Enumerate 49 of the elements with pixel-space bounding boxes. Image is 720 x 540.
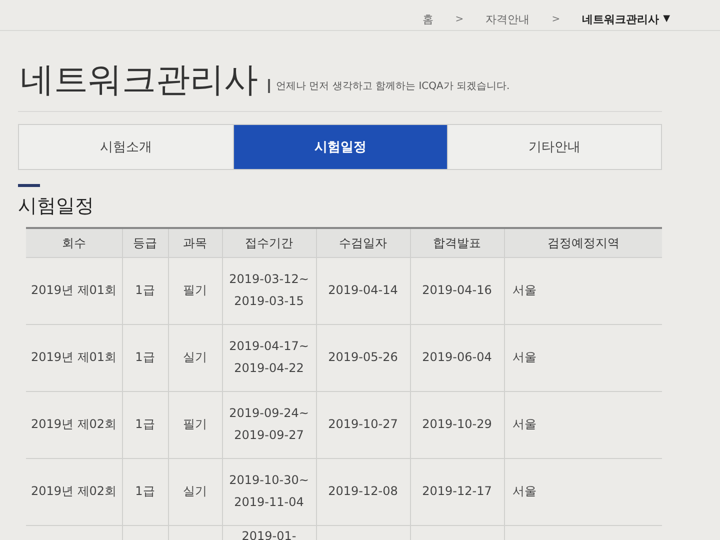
tagline: 언제나 먼저 생각하고 함께하는 ICQA가 되겠습니다. — [268, 79, 510, 93]
table-cell: 실기 — [183, 484, 207, 498]
table-cell: 2019-12-08 — [328, 484, 398, 498]
section-title: 시험일정 — [18, 194, 95, 219]
table-cell: 2019-01- — [242, 529, 296, 540]
table-cell: 2019-06-04 — [422, 350, 492, 364]
table-cell: 실기 — [183, 350, 207, 364]
table-cell: 서울 — [512, 283, 536, 298]
table-cell: 서울 — [512, 350, 536, 364]
table-cell: 2019-10-30~2019-11-04 — [229, 473, 309, 509]
table-cell: 2019-04-16 — [422, 283, 492, 298]
caret-icon: ▼ — [663, 14, 670, 24]
table-cell: 2019-10-29 — [422, 417, 492, 432]
breadcrumb-link[interactable]: 자격안내 — [486, 12, 530, 26]
column-header: 등급 — [122, 228, 168, 258]
page-title: 네트워크관리사 — [20, 63, 258, 97]
table-cell: 2019년 제02회 — [30, 484, 117, 498]
section-marker — [18, 184, 40, 187]
tab[interactable]: 시험소개 — [19, 125, 233, 169]
table-cell: 2019년 제01회 — [30, 283, 117, 298]
table-cell: 2019년 제02회 — [30, 417, 117, 432]
breadcrumb-link[interactable]: 홈 — [422, 12, 434, 26]
table-cell: 서울 — [512, 417, 536, 432]
table-cell: 2019-04-17~2019-04-22 — [229, 339, 309, 375]
breadcrumb-separator: > — [455, 14, 464, 24]
tab[interactable]: 시험일정 — [233, 125, 447, 169]
table-cell: 2019-12-17 — [422, 484, 492, 498]
table-cell: 1급 — [135, 484, 155, 498]
table-cell: 2019-09-24~2019-09-27 — [229, 406, 309, 442]
table-cell: 필기 — [183, 417, 207, 432]
column-header: 회수 — [26, 228, 122, 258]
column-header: 접수기간 — [222, 228, 316, 258]
column-header: 합격발표 — [410, 228, 504, 258]
tab[interactable]: 기타안내 — [447, 125, 661, 169]
table-cell: 2019년 제01회 — [30, 350, 117, 364]
table-cell: 1급 — [135, 283, 155, 298]
column-header: 검정예정지역 — [504, 228, 662, 258]
column-header: 과목 — [168, 228, 222, 258]
table-cell: 1급 — [135, 417, 155, 432]
table-cell: 필기 — [183, 283, 207, 298]
column-header: 수검일자 — [316, 228, 410, 258]
table-cell: 2019-03-12~2019-03-15 — [229, 272, 309, 308]
table-cell: 서울 — [512, 484, 536, 498]
breadcrumb-link[interactable]: 네트워크관리사 ▼ — [582, 12, 670, 26]
table-cell: 2019-04-14 — [328, 283, 398, 298]
breadcrumb-separator: > — [552, 14, 560, 24]
table-cell: 1급 — [135, 350, 155, 364]
table-cell: 2019-10-27 — [328, 417, 398, 432]
table-cell: 2019-05-26 — [328, 350, 398, 364]
